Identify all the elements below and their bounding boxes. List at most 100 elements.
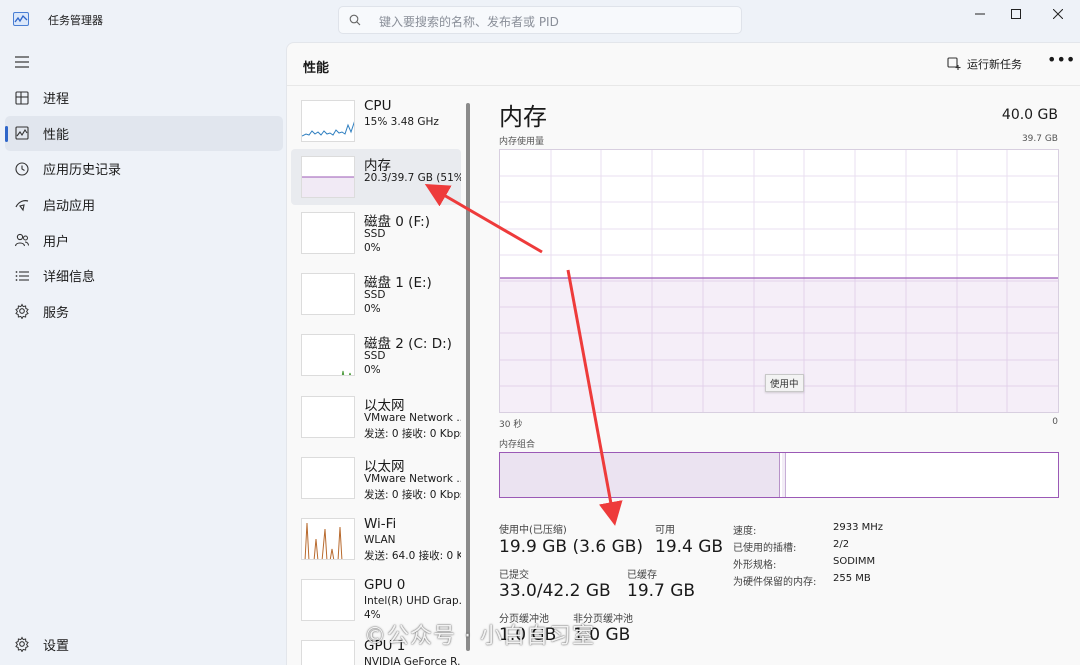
resource-name: CPU [364,98,392,114]
sidebar-item-app-history[interactable]: 应用历史记录 [5,151,283,187]
available-label: 可用 [655,525,675,536]
search-box[interactable]: 键入要搜索的名称、发布者或 PID [338,6,742,34]
wifi-thumbnail-graph [301,518,355,560]
close-icon [1053,9,1063,19]
resource-name: 磁盘 2 (C: D:) [364,336,452,352]
resource-detail: 发送: 0 接收: 0 Kbps [364,428,461,440]
gpu-thumbnail-graph [301,640,355,665]
performance-icon [15,126,29,140]
search-icon [349,14,361,26]
resource-name: 磁盘 0 (F:) [364,214,430,230]
cached-value: 19.7 GB [627,581,696,601]
resource-detail: SSD [364,350,386,362]
resource-item-ethernet-1[interactable]: 以太网 VMware Network ... 发送: 0 接收: 0 Kbps [291,389,461,445]
in-use-label: 使用中(已压缩) [499,525,567,536]
committed-label: 已提交 [499,570,529,581]
run-new-task-label: 运行新任务 [967,58,1022,71]
run-task-icon [947,57,961,70]
resource-detail: 0% [364,242,381,254]
header-divider [287,85,1080,86]
resource-item-disk-2[interactable]: 磁盘 2 (C: D:) SSD 0% [291,327,461,383]
more-icon: ••• [1047,50,1076,69]
form-factor-label: 外形规格: [733,560,777,571]
resource-detail: SSD [364,289,386,301]
search-input[interactable]: 键入要搜索的名称、发布者或 PID [379,13,559,30]
resource-detail: 发送: 0 接收: 0 Kbps [364,489,461,501]
app-title: 任务管理器 [48,14,103,27]
sidebar-item-label: 性能 [43,127,70,143]
resource-detail: SSD [364,228,386,240]
run-new-task-button[interactable]: 运行新任务 [947,53,1022,75]
resource-item-wifi[interactable]: Wi-Fi WLAN 发送: 64.0 接收: 0 Kbps [291,511,461,567]
sidebar-item-services[interactable]: 服务 [5,294,283,330]
resource-item-ethernet-2[interactable]: 以太网 VMware Network ... 发送: 0 接收: 0 Kbps [291,450,461,506]
in-use-tooltip: 使用中 [765,374,804,392]
graph-axis-right: 0 [1052,417,1058,427]
resource-name: 以太网 [364,398,405,414]
resource-detail: Intel(R) UHD Grap... [364,595,461,607]
resource-name: 磁盘 1 (E:) [364,275,432,291]
hardware-reserved-value: 255 MB [833,573,871,584]
close-button[interactable] [1040,6,1076,22]
resource-detail: NVIDIA GeForce R... [364,656,461,665]
sidebar-item-label: 详细信息 [43,270,96,286]
memory-title: 内存 [499,103,547,131]
sidebar-item-label: 进程 [43,92,70,108]
resource-item-disk-0[interactable]: 磁盘 0 (F:) SSD 0% [291,205,461,261]
speed-value: 2933 MHz [833,522,884,533]
resource-name: Wi-Fi [364,516,397,532]
sidebar-item-performance[interactable]: 性能 [5,115,283,152]
startup-apps-icon [15,199,29,211]
sidebar-item-users[interactable]: 用户 [5,222,283,258]
sidebar-item-startup-apps[interactable]: 启动应用 [5,187,283,223]
network-thumbnail-graph [301,457,355,499]
sidebar-item-label: 用户 [43,234,70,250]
resource-name: GPU 0 [364,577,406,593]
sidebar-nav: 进程 性能 应用历史记录 启动应用 用户 详细信息 服务 [5,80,283,329]
disk-thumbnail-graph [301,212,355,254]
resource-name: 内存 [364,158,391,174]
minimize-icon [975,13,985,15]
settings-label: 设置 [43,638,70,654]
services-icon [15,303,29,320]
resource-list-scrollbar[interactable] [466,103,470,651]
cached-label: 已缓存 [627,570,657,581]
resource-detail: 0% [364,364,381,376]
network-thumbnail-graph [301,396,355,438]
memory-composition-bar [499,452,1059,498]
memory-total: 40.0 GB [1001,107,1058,123]
gpu-thumbnail-graph [301,579,355,621]
watermark-text: ©公众号 · 小白自习室 [364,624,595,649]
resource-detail: VMware Network ... [364,473,461,485]
resource-detail: 20.3/39.7 GB (51%) [364,172,461,184]
minimize-button[interactable] [962,6,998,22]
resource-item-cpu[interactable]: CPU 15% 3.48 GHz [291,93,461,149]
sidebar-item-processes[interactable]: 进程 [5,80,283,116]
memory-usage-max: 39.7 GB [1021,134,1058,144]
more-options-button[interactable]: ••• [1047,51,1075,73]
page-title: 性能 [303,61,330,76]
graph-axis-left: 30 秒 [499,420,523,430]
disk-thumbnail-graph [301,273,355,315]
slots-used-value: 2/2 [833,539,850,550]
form-factor-value: SODIMM [833,556,876,567]
settings-button[interactable]: 设置 [5,626,283,662]
maximize-icon [1011,9,1021,19]
sidebar-item-label: 应用历史记录 [43,163,122,179]
maximize-button[interactable] [998,6,1034,22]
memory-thumbnail-graph [301,156,355,198]
resource-item-disk-1[interactable]: 磁盘 1 (E:) SSD 0% [291,266,461,322]
committed-value: 33.0/42.2 GB [499,581,611,601]
hamburger-menu-icon[interactable] [14,55,30,69]
cpu-thumbnail-graph [301,100,355,142]
task-manager-app-icon [13,12,29,26]
gear-icon [15,636,29,652]
resource-item-memory[interactable]: 内存 20.3/39.7 GB (51%) [291,149,461,205]
sidebar-item-label: 服务 [43,305,70,321]
in-use-value: 19.9 GB (3.6 GB) [499,537,644,557]
processes-icon [15,91,29,105]
resource-detail: 发送: 64.0 接收: 0 Kbps [364,550,461,562]
sidebar-item-details[interactable]: 详细信息 [5,258,283,294]
speed-label: 速度: [733,526,757,537]
resource-detail: VMware Network ... [364,412,461,424]
